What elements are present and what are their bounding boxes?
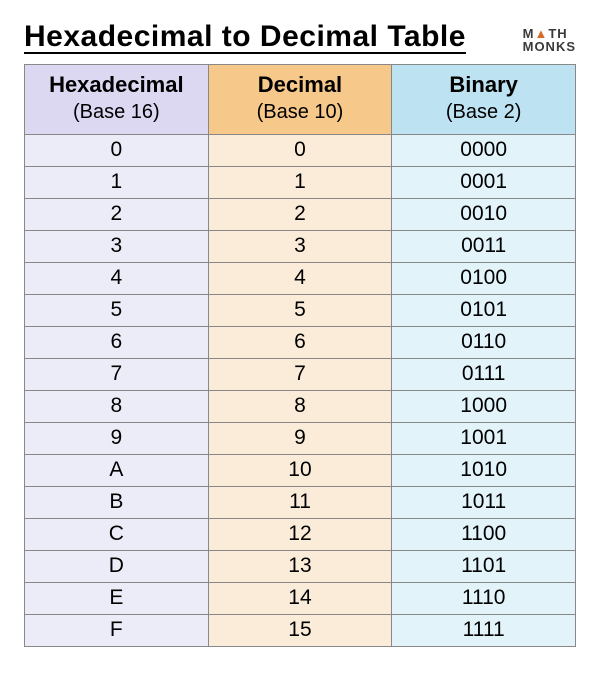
brand-logo: M▲TH MONKS [523, 27, 576, 54]
cell-hex: D [25, 550, 209, 582]
page-title: Hexadecimal to Decimal Table [24, 20, 466, 54]
col-sub: (Base 16) [73, 101, 160, 123]
cell-bin: 1100 [392, 518, 576, 550]
table-row: D131101 [25, 550, 576, 582]
cell-bin: 0101 [392, 294, 576, 326]
cell-bin: 0000 [392, 134, 576, 166]
cell-dec: 11 [208, 486, 392, 518]
table-row: 660110 [25, 326, 576, 358]
cell-bin: 0010 [392, 198, 576, 230]
cell-bin: 0001 [392, 166, 576, 198]
cell-dec: 15 [208, 614, 392, 646]
cell-hex: 9 [25, 422, 209, 454]
cell-hex: 3 [25, 230, 209, 262]
table-row: 110001 [25, 166, 576, 198]
cell-bin: 1111 [392, 614, 576, 646]
cell-hex: 4 [25, 262, 209, 294]
cell-bin: 0100 [392, 262, 576, 294]
cell-dec: 4 [208, 262, 392, 294]
cell-hex: A [25, 454, 209, 486]
table-row: F151111 [25, 614, 576, 646]
table-row: E141110 [25, 582, 576, 614]
col-header-hex: Hexadecimal (Base 16) [25, 65, 209, 135]
cell-hex: B [25, 486, 209, 518]
cell-dec: 3 [208, 230, 392, 262]
table-row: B111011 [25, 486, 576, 518]
table-row: C121100 [25, 518, 576, 550]
cell-bin: 1000 [392, 390, 576, 422]
brand-logo-line1: M▲TH [523, 27, 576, 41]
cell-hex: 0 [25, 134, 209, 166]
cell-hex: 8 [25, 390, 209, 422]
cell-hex: 5 [25, 294, 209, 326]
table-row: 991001 [25, 422, 576, 454]
cell-bin: 0011 [392, 230, 576, 262]
conversion-table: Hexadecimal (Base 16) Decimal (Base 10) … [24, 64, 576, 647]
cell-dec: 8 [208, 390, 392, 422]
table-row: 881000 [25, 390, 576, 422]
col-title: Binary [449, 72, 517, 97]
col-sub: (Base 2) [446, 101, 522, 123]
cell-hex: 1 [25, 166, 209, 198]
cell-hex: E [25, 582, 209, 614]
brand-logo-line2: MONKS [523, 40, 576, 54]
cell-hex: 7 [25, 358, 209, 390]
cell-dec: 6 [208, 326, 392, 358]
cell-dec: 5 [208, 294, 392, 326]
col-sub: (Base 10) [257, 101, 344, 123]
cell-dec: 12 [208, 518, 392, 550]
col-header-dec: Decimal (Base 10) [208, 65, 392, 135]
col-title: Decimal [258, 72, 342, 97]
table-row: 440100 [25, 262, 576, 294]
col-title: Hexadecimal [49, 72, 184, 97]
cell-bin: 1110 [392, 582, 576, 614]
cell-dec: 10 [208, 454, 392, 486]
cell-dec: 2 [208, 198, 392, 230]
cell-bin: 1001 [392, 422, 576, 454]
cell-dec: 13 [208, 550, 392, 582]
cell-hex: 6 [25, 326, 209, 358]
cell-bin: 0110 [392, 326, 576, 358]
cell-dec: 0 [208, 134, 392, 166]
cell-dec: 1 [208, 166, 392, 198]
cell-dec: 14 [208, 582, 392, 614]
table-row: 550101 [25, 294, 576, 326]
table-header-row: Hexadecimal (Base 16) Decimal (Base 10) … [25, 65, 576, 135]
table-row: 220010 [25, 198, 576, 230]
table-row: 770111 [25, 358, 576, 390]
cell-hex: C [25, 518, 209, 550]
table-row: A101010 [25, 454, 576, 486]
table-body: 0000001100012200103300114401005501016601… [25, 134, 576, 646]
cell-bin: 1101 [392, 550, 576, 582]
cell-dec: 7 [208, 358, 392, 390]
col-header-bin: Binary (Base 2) [392, 65, 576, 135]
table-row: 000000 [25, 134, 576, 166]
cell-bin: 1010 [392, 454, 576, 486]
cell-bin: 1011 [392, 486, 576, 518]
table-row: 330011 [25, 230, 576, 262]
cell-bin: 0111 [392, 358, 576, 390]
cell-hex: 2 [25, 198, 209, 230]
cell-hex: F [25, 614, 209, 646]
cell-dec: 9 [208, 422, 392, 454]
